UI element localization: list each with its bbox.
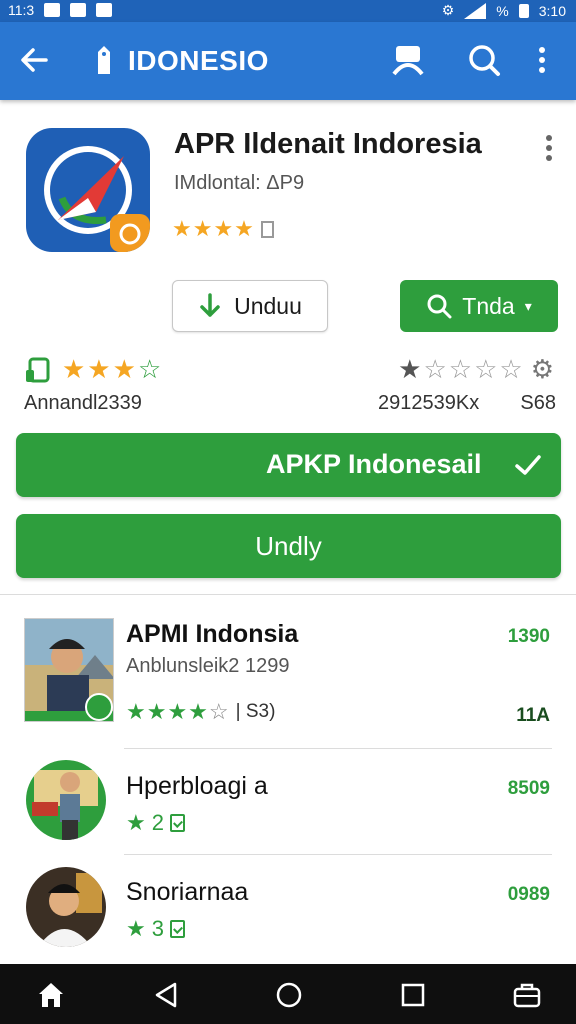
search-icon[interactable] [466,42,502,78]
list-item-value: 0989 [507,884,550,905]
stat-value-right: S68 [520,392,556,414]
device-icon [26,357,50,382]
rating-summary-left: ★★★☆ [24,354,163,385]
status-time: 11:3 [8,2,35,18]
app-icon [26,128,150,252]
settings-gear-icon[interactable]: ⚙ [531,354,556,385]
section-divider [0,594,576,595]
primary-install-button[interactable]: APKP Indonesail [16,433,561,497]
home-icon[interactable] [36,980,66,1010]
list-item-value-secondary: 11A [516,705,550,726]
account-icon[interactable] [390,42,426,78]
app-bar: IDONESIO [0,22,576,100]
list-item-rating: ★ 2 [126,810,185,836]
secondary-label: Undly [255,531,322,561]
notification-icon [44,3,61,17]
settings-status-icon: ⚙ [441,2,455,18]
rating-summary-right: ★☆☆☆☆ ⚙ [398,354,556,385]
stat-label-left: Annandl2339 [24,392,142,414]
list-item-rating: ★★★★☆ | S3) [126,699,276,724]
list-item-value: 8509 [507,778,550,799]
status-bar: 11:3 ⚙ % 3:10 [0,0,576,22]
more-options-icon[interactable] [544,134,554,162]
primary-install-label: APKP Indonesail [266,449,482,479]
list-item-subtitle: Anblunsleik2 1299 [126,655,290,677]
list-item-rating-value: 2 [151,810,164,835]
list-item-value: 1390 [507,626,550,647]
battery-icon [518,3,529,18]
more-vert-icon[interactable] [532,42,552,78]
back-arrow-icon[interactable] [16,42,52,78]
app-rating-stars: ★★★★ [172,216,274,242]
list-item-title: Hperbloagi a [126,772,268,800]
signal-icon [464,2,487,19]
list-separator [124,748,552,749]
bookmark-icon [169,920,185,938]
download-button[interactable]: Unduu [172,280,328,332]
notification-icon [96,3,113,17]
rating-stars-left: ★★★☆ [62,354,164,384]
list-item-avatar [26,760,106,840]
status-clock: 3:10 [538,2,566,19]
app-subtitle: IMdlontal: ΔP9 [174,172,305,194]
notification-icon [70,3,87,17]
battery-percent: % [496,2,509,19]
system-nav-bar [0,964,576,1024]
stat-label-right: 2912539Kx [378,392,480,414]
list-item-rating-value: 3 [151,916,164,941]
list-item-title: Snoriarnaa [126,878,249,906]
search-dropdown-button[interactable]: Tnda ▾ [400,280,558,332]
list-item-note: | S3) [235,701,276,722]
download-label: Unduu [234,292,302,319]
bookmark-icon [260,221,274,238]
back-triangle-icon[interactable] [151,980,181,1010]
list-item-title: APMI Indonsia [126,620,299,648]
secondary-button[interactable]: Undly [16,514,561,578]
chevron-down-icon: ▾ [524,297,532,314]
bookmark-icon [169,814,185,832]
check-icon [515,455,541,475]
home-circle-icon[interactable] [274,980,304,1010]
search-icon [427,294,452,319]
list-item-thumbnail [24,618,114,722]
list-item-rating: ★ 3 [126,916,185,942]
app-bar-title: IDONESIO [128,45,269,76]
search-label: Tnda [462,292,515,319]
recents-square-icon[interactable] [398,980,428,1010]
rating-stars-right: ★☆☆☆☆ [398,354,525,384]
list-item-avatar [26,867,106,947]
list-separator [124,854,552,855]
tag-icon [98,46,110,74]
briefcase-icon[interactable] [512,980,542,1010]
download-arrow-icon [200,293,220,317]
app-title: APR Ildenait Indoresia [174,128,482,160]
